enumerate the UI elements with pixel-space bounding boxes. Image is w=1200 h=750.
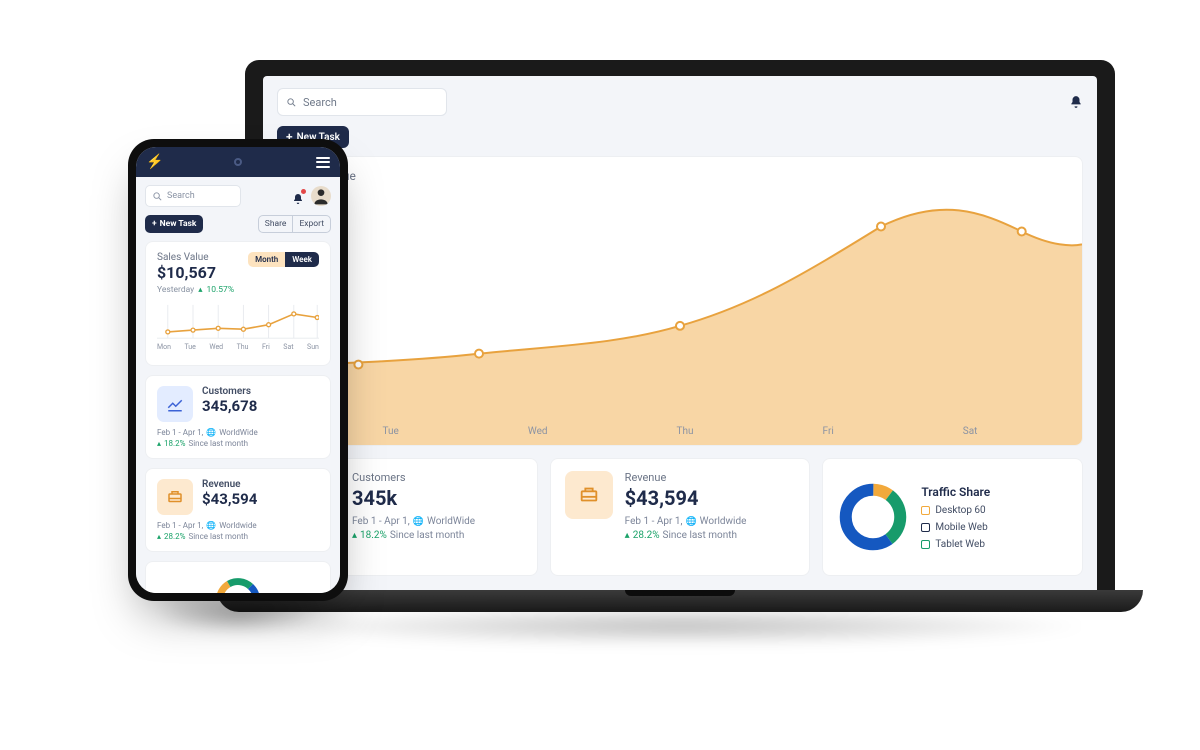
export-button[interactable]: Export (292, 216, 330, 232)
customers-value: 345k (352, 486, 523, 510)
phone-customers-card: Customers 345,678 Feb 1 - Apr 1,🌐WorldWi… (145, 375, 331, 459)
phone-bezel: ⚡ Search (136, 147, 340, 593)
new-task-button[interactable]: + New Task (145, 215, 203, 233)
bell-icon[interactable] (292, 190, 304, 202)
traffic-legend: Desktop 60 Mobile Web Tablet Web (921, 505, 990, 550)
customers-delta: ▴18.2%Since last month (352, 530, 523, 541)
revenue-range: Feb 1 - Apr 1,🌐Worldwide (625, 516, 796, 527)
revenue-label: Revenue (625, 471, 796, 484)
legend-mobile: Mobile Web (921, 522, 990, 533)
hamburger-icon[interactable] (316, 157, 330, 168)
globe-icon: 🌐 (206, 521, 216, 530)
revenue-delta: ▴28.2%Since last month (625, 530, 796, 541)
search-placeholder: Search (167, 191, 195, 201)
customers-label: Customers (352, 471, 523, 484)
sales-label: Sales Value (157, 252, 216, 263)
legend-desktop: Desktop 60 (921, 505, 990, 516)
mini-chart-axis: MonTueWedThuFriSatSun (157, 343, 319, 351)
bolt-icon: ⚡ (146, 154, 163, 170)
search-icon (286, 97, 297, 108)
phone-revenue-card: Revenue $43,594 Feb 1 - Apr 1,🌐Worldwide… (145, 468, 331, 552)
up-arrow-icon: ▴ (198, 285, 202, 295)
laptop-shadow (265, 606, 1095, 646)
phone-traffic-card (145, 561, 331, 593)
revenue-card: Revenue $43,594 Feb 1 - Apr 1,🌐Worldwide… (550, 458, 811, 576)
search-placeholder: Search (303, 96, 337, 109)
revenue-value: $43,594 (202, 490, 257, 508)
share-button[interactable]: Share (259, 216, 293, 232)
traffic-label: Traffic Share (921, 485, 990, 499)
chart-x-axis: TueWedThuFriSat (278, 426, 1082, 437)
globe-icon: 🌐 (206, 428, 216, 437)
mini-line-chart: MonTueWedThuFriSatSun (157, 303, 319, 355)
new-task-label: New Task (160, 219, 197, 229)
laptop-mockup: Search + New Task Sales Value (245, 60, 1115, 646)
sales-yesterday: Yesterday ▴ 10.57% (157, 285, 319, 295)
sales-value: $10,567 (157, 263, 216, 282)
customers-range: Feb 1 - Apr 1,🌐WorldWide (157, 428, 319, 437)
laptop-frame: Search + New Task Sales Value (245, 60, 1115, 590)
customers-value: 345,678 (202, 397, 257, 415)
bell-icon[interactable] (1069, 95, 1083, 109)
chart-icon (157, 386, 193, 422)
month-tab[interactable]: Month (248, 252, 285, 267)
phone-topbar: ⚡ (136, 147, 340, 177)
plus-icon: + (152, 219, 157, 229)
phone-mockup: ⚡ Search (128, 139, 348, 601)
phone-body: Search + New Task Share (136, 177, 340, 593)
customers-range: Feb 1 - Apr 1,🌐WorldWide (352, 516, 523, 527)
sales-value-chart-card: Sales Value TueWedThuFriSat (277, 156, 1083, 446)
laptop-stats-row: Customers 345k Feb 1 - Apr 1,🌐WorldWide … (277, 458, 1083, 576)
user-avatar[interactable] (311, 186, 331, 206)
up-arrow-icon: ▴ (157, 532, 161, 541)
customers-label: Customers (202, 386, 257, 397)
up-arrow-icon: ▴ (352, 530, 357, 541)
customers-delta: ▴18.2%Since last month (157, 439, 319, 448)
traffic-donut-chart (182, 572, 294, 593)
traffic-share-card: Traffic Share Desktop 60 Mobile Web Tabl… (822, 458, 1083, 576)
globe-icon: 🌐 (685, 517, 696, 527)
week-tab[interactable]: Week (285, 252, 319, 267)
phone-actions: + New Task Share Export (145, 215, 331, 233)
up-arrow-icon: ▴ (157, 439, 161, 448)
sales-area-chart (278, 157, 1082, 445)
cash-register-icon (565, 471, 613, 519)
up-arrow-icon: ▴ (625, 530, 630, 541)
search-icon (152, 191, 163, 202)
period-toggle: Month Week (248, 252, 319, 267)
revenue-label: Revenue (202, 479, 257, 490)
legend-tablet: Tablet Web (921, 539, 990, 550)
globe-icon: 🌐 (413, 517, 424, 527)
traffic-donut-chart (837, 481, 909, 553)
search-input[interactable]: Search (277, 88, 447, 116)
cash-register-icon (157, 479, 193, 515)
phone-sales-card: Sales Value $10,567 Month Week Yesterday… (145, 241, 331, 366)
revenue-delta: ▴28.2%Since last month (157, 532, 319, 541)
revenue-value: $43,594 (625, 486, 796, 510)
search-input[interactable]: Search (145, 185, 241, 207)
phone-header: Search (145, 185, 331, 207)
share-export-group: Share Export (258, 215, 331, 233)
camera-dot (234, 158, 242, 166)
laptop-screen: Search + New Task Sales Value (263, 76, 1097, 590)
revenue-range: Feb 1 - Apr 1,🌐Worldwide (157, 521, 319, 530)
laptop-topbar: Search (277, 88, 1083, 116)
